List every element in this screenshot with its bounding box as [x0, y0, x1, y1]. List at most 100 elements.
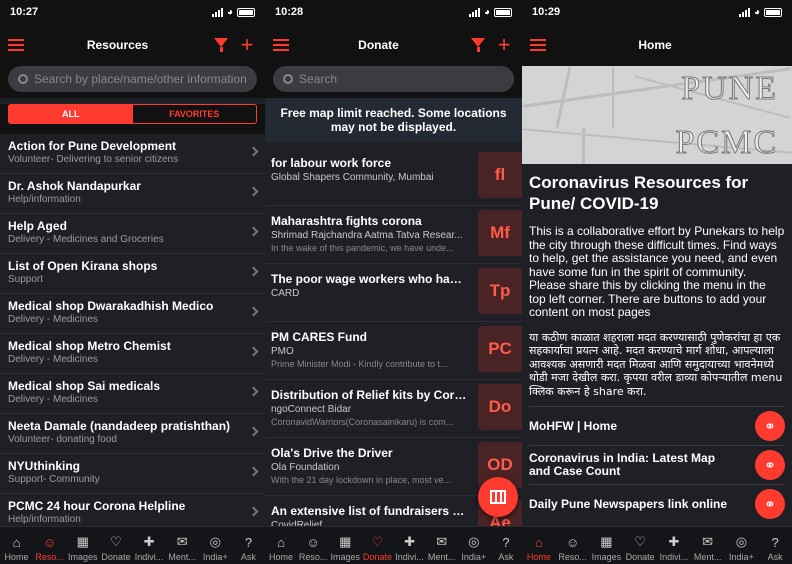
tab-individuals[interactable]: ✚ Indivi... [657, 527, 691, 564]
tab-india-plus[interactable]: ◎ India+ [199, 527, 232, 564]
india-plus-icon: ◎ [209, 534, 221, 549]
wifi-icon: ◕ [226, 6, 233, 18]
tab-images[interactable]: ▦ Images [66, 527, 99, 564]
donation-avatar: fl [478, 152, 522, 198]
individuals-icon: ✚ [668, 534, 680, 549]
filter-icon[interactable] [468, 38, 488, 52]
tab-label: Images [591, 552, 622, 562]
resource-subtitle: Delivery - Medicines and Groceries [8, 234, 164, 245]
tab-mental-health[interactable]: ✉ Ment... [426, 527, 458, 564]
tab-label: Reso... [298, 552, 328, 562]
tab-ask[interactable]: ? Ask [232, 527, 265, 564]
resource-title: Action for Pune Development [8, 139, 177, 153]
tab-label: Indivi... [659, 552, 689, 562]
tab-label: Indivi... [395, 552, 424, 562]
external-link-item[interactable]: Daily Pune Newspapers link online ⚭ [529, 484, 785, 523]
mental-health-icon: ✉ [436, 534, 448, 549]
search-area [265, 66, 522, 98]
add-icon[interactable]: + [237, 34, 257, 56]
tab-resources[interactable]: ☺ Reso... [297, 527, 329, 564]
tab-individuals[interactable]: ✚ Indivi... [394, 527, 426, 564]
resource-subtitle: Help/information [8, 194, 81, 205]
status-bar: 10:29 ◕ [522, 0, 792, 24]
filter-icon[interactable] [211, 38, 231, 52]
images-icon: ▦ [600, 534, 613, 549]
link-button[interactable]: ⚭ [755, 411, 785, 441]
tab-label: India+ [728, 552, 754, 562]
page-title: Resources [86, 38, 149, 52]
tab-mental-health[interactable]: ✉ Ment... [166, 527, 199, 564]
donate-icon: ♡ [634, 534, 646, 549]
resource-list-item[interactable]: Help Aged Delivery - Medicines and Grocer… [0, 214, 265, 254]
status-icons: ◕ [211, 6, 255, 18]
tab-individuals[interactable]: ✚ Indivi... [133, 527, 166, 564]
donate-screen: 10:28 ◕ Donate + Free map limit reached.… [265, 0, 522, 564]
hamburger-menu-icon[interactable] [8, 39, 24, 51]
tab-india-plus[interactable]: ◎ India+ [725, 527, 759, 564]
resource-title: Medical shop Dwarakadhish Medico [8, 299, 214, 313]
map-icon [490, 490, 506, 504]
status-time: 10:29 [532, 6, 561, 18]
tab-bar: ⌂ Home ☺ Reso... ▦ Images ♡ Donate ✚ Indivi... ✉ Me… [0, 526, 265, 564]
individuals-icon: ✚ [404, 534, 416, 549]
segment-favorites[interactable]: FAVORITES [133, 105, 257, 123]
map-view-button[interactable] [478, 477, 518, 517]
resource-subtitle: Delivery - Medicines [8, 354, 99, 365]
tab-ask[interactable]: ? Ask [490, 527, 522, 564]
search-bar[interactable] [8, 66, 257, 92]
segment-all[interactable]: ALL [9, 105, 133, 123]
tab-label: Donate [362, 552, 392, 562]
hero-text-pune: PUNE [681, 70, 778, 107]
tab-label: Images [330, 552, 361, 562]
donation-list-item[interactable]: Distribution of Relief kits by Corona...… [265, 380, 522, 438]
resource-list-item[interactable]: Medical shop Sai medicals Delivery - Medi… [0, 374, 265, 414]
tab-images[interactable]: ▦ Images [329, 527, 361, 564]
home-icon: ⌂ [12, 534, 21, 550]
tab-donate[interactable]: ♡ Donate [99, 527, 132, 564]
resource-subtitle: Delivery - Medicines [8, 394, 99, 405]
tab-donate[interactable]: ♡ Donate [361, 527, 393, 564]
india-plus-icon: ◎ [468, 534, 480, 549]
signal-icon [468, 7, 480, 17]
tab-home[interactable]: ⌂ Home [265, 527, 297, 564]
search-input[interactable] [34, 72, 247, 86]
link-button[interactable]: ⚭ [755, 450, 785, 480]
donate-icon: ♡ [110, 534, 122, 549]
resource-list-item[interactable]: Medical shop Dwarakadhish Medico Delivery… [0, 294, 265, 334]
resource-list-item[interactable]: NYUthinking Support- Community [0, 454, 265, 494]
search-bar[interactable] [273, 66, 514, 92]
resource-list-item[interactable]: Dr. Ashok Nandapurkar Help/information [0, 174, 265, 214]
tab-home[interactable]: ⌂ Home [522, 527, 556, 564]
donation-avatar: Tp [478, 268, 522, 314]
donation-description: In the wake of this pandemic, we have un… [271, 243, 454, 253]
tab-bar: ⌂ Home ☺ Reso... ▦ Images ♡ Donate ✚ Indivi... ✉ Me… [522, 526, 792, 564]
search-input[interactable] [299, 72, 504, 86]
hero-map-image: PUNE [522, 66, 792, 128]
resource-list-item[interactable]: Medical shop Metro Chemist Delivery - Med… [0, 334, 265, 374]
link-button[interactable]: ⚭ [755, 489, 785, 519]
resource-title: Neeta Damale (nandadeep pratishthan) [8, 419, 231, 433]
external-link-item[interactable]: MoHFW | Home ⚭ [529, 406, 785, 445]
hamburger-menu-icon[interactable] [273, 39, 289, 51]
tab-ask[interactable]: ? Ask [758, 527, 792, 564]
tab-india-plus[interactable]: ◎ India+ [458, 527, 490, 564]
tab-donate[interactable]: ♡ Donate [623, 527, 657, 564]
donation-title: Maharashtra fights corona [271, 214, 422, 228]
resource-list-item[interactable]: Neeta Damale (nandadeep pratishthan) Volu… [0, 414, 265, 454]
hamburger-menu-icon[interactable] [530, 39, 546, 51]
tab-images[interactable]: ▦ Images [590, 527, 624, 564]
donation-list-item[interactable]: for labour work force Global Shapers Comm… [265, 148, 522, 206]
tab-mental-health[interactable]: ✉ Ment... [691, 527, 725, 564]
donation-list-item[interactable]: The poor wage workers who have n... CARD T… [265, 264, 522, 322]
resource-list-item[interactable]: Action for Pune Development Volunteer- De… [0, 134, 265, 174]
tab-resources[interactable]: ☺ Reso... [33, 527, 66, 564]
donation-list-item[interactable]: PM CARES Fund PMO Prime Minister Modi - Ki… [265, 322, 522, 380]
external-link-item[interactable]: Coronavirus in India: Latest Map and Cas… [529, 445, 785, 484]
map-limit-banner: Free map limit reached. Some locations m… [265, 98, 522, 142]
add-icon[interactable]: + [494, 34, 514, 56]
tab-resources[interactable]: ☺ Reso... [556, 527, 590, 564]
donation-list-item[interactable]: Maharashtra fights corona Shrimad Rajchan… [265, 206, 522, 264]
tab-home[interactable]: ⌂ Home [0, 527, 33, 564]
resource-title: List of Open Kirana shops [8, 259, 158, 273]
resource-list-item[interactable]: List of Open Kirana shops Support [0, 254, 265, 294]
